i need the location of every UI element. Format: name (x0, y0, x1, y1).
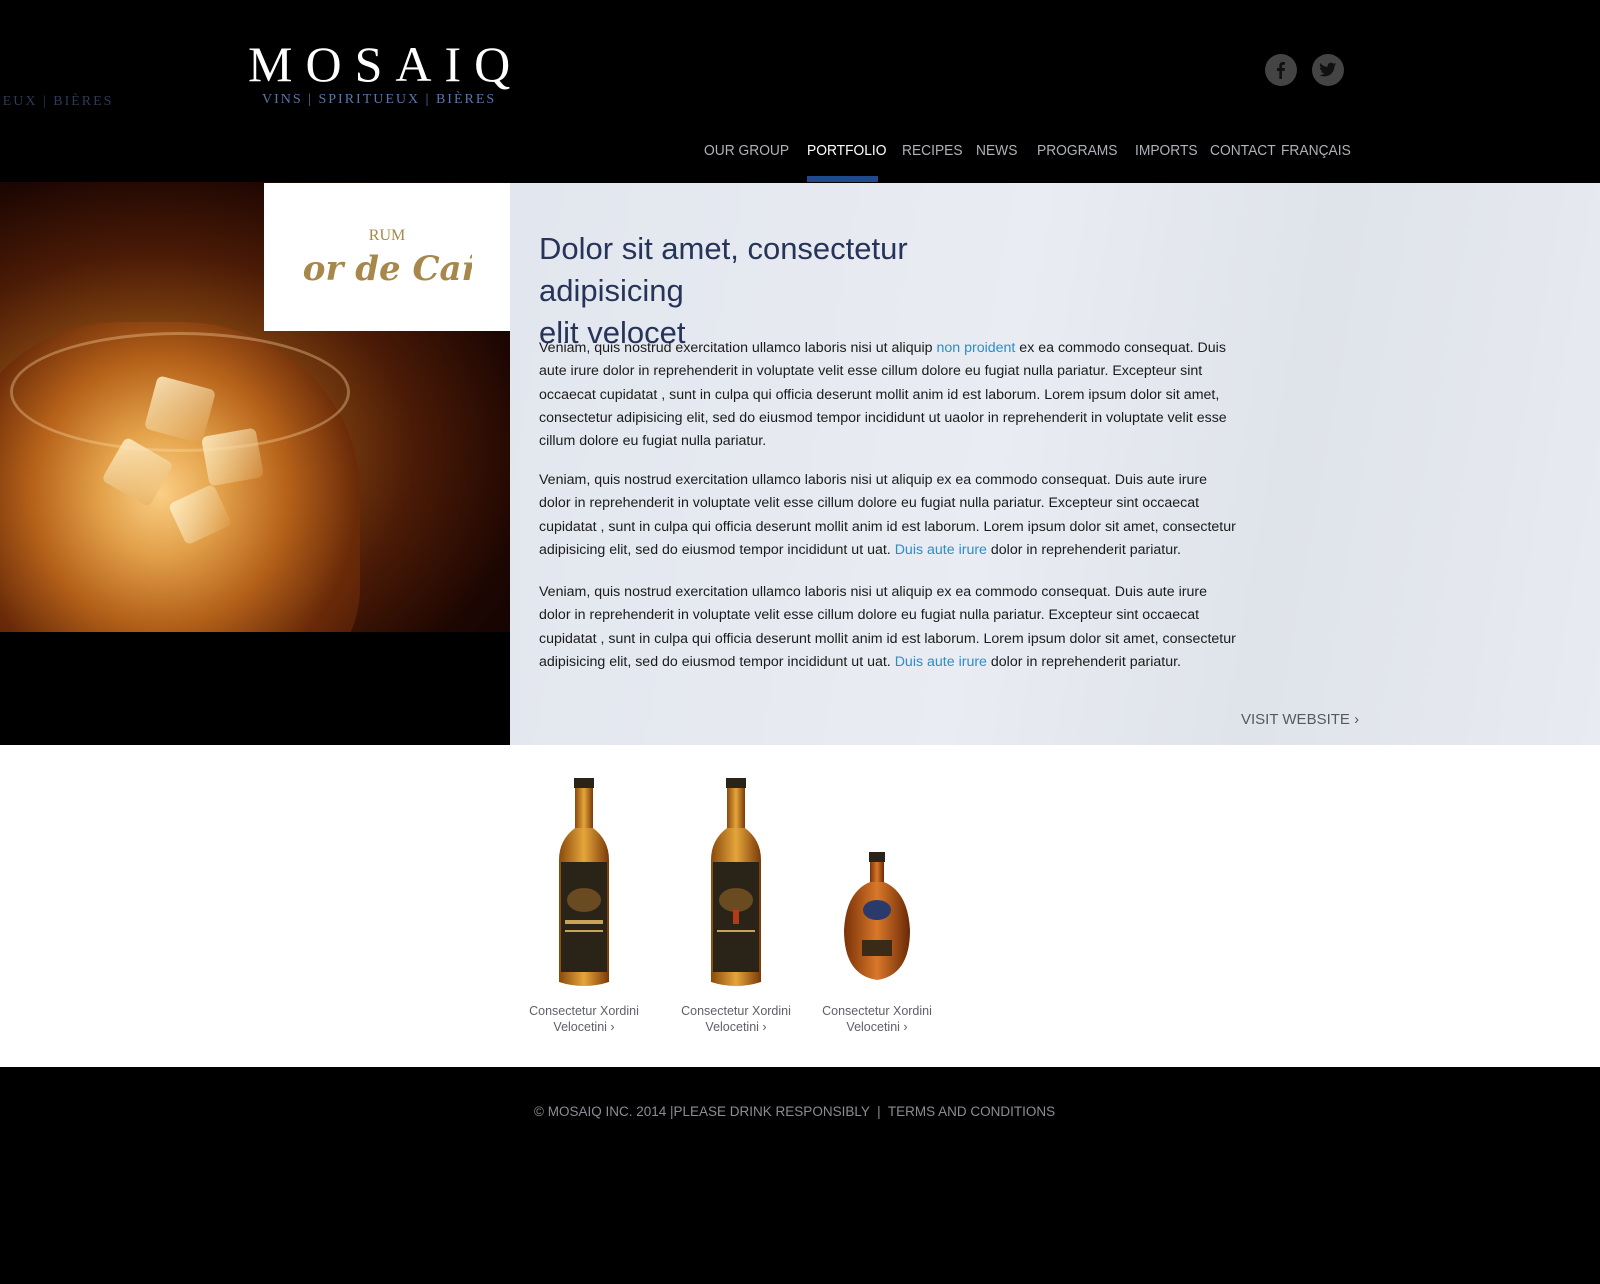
product-caption: Consectetur Xordini Velocetini › (812, 1003, 942, 1035)
nav-our-group[interactable]: OUR GROUP (704, 142, 789, 159)
product-card[interactable]: Consectetur Xordini Velocetini › (671, 770, 801, 1035)
product-caption: Consectetur Xordini Velocetini › (519, 1003, 649, 1035)
product-link[interactable]: Velocetini › (705, 1020, 766, 1034)
product-name: Consectetur Xordini (822, 1004, 932, 1018)
rum-bottle-icon (711, 778, 761, 986)
site-header: IEUX | BIÈRES MOSAIQ VINS | SPIRITUEUX |… (0, 0, 1600, 182)
product-name: Consectetur Xordini (529, 1004, 639, 1018)
footer-separator: | (869, 1104, 888, 1119)
paragraph-1: Veniam, quis nostrud exercitation ullamc… (539, 337, 1239, 453)
logo-wordmark: MOSAIQ (248, 36, 524, 92)
product-link[interactable]: Velocetini › (846, 1020, 907, 1034)
facebook-icon (1277, 62, 1285, 79)
product-caption: Consectetur Xordini Velocetini › (671, 1003, 801, 1035)
nav-francais[interactable]: FRANÇAIS (1281, 142, 1351, 159)
rum-bottle-icon (844, 852, 910, 980)
p1-text-b: ex ea commodo consequat. Duis aute irure… (539, 340, 1227, 450)
ice-cube (201, 427, 264, 487)
p2-text-b: dolor in reprehenderit pariatur. (986, 541, 1181, 558)
nav-portfolio[interactable]: PORTFOLIO (807, 142, 886, 159)
p1-text-a: Veniam, quis nostrud exercitation ullamc… (539, 340, 937, 356)
nav-news[interactable]: NEWS (976, 142, 1017, 159)
page-headline: Dolor sit amet, consectetur adipisicing … (539, 228, 1059, 354)
link-duis-aute-irure[interactable]: Duis aute irure (895, 654, 987, 670)
product-card[interactable]: Consectetur Xordini Velocetini › (812, 770, 942, 1035)
nav-recipes[interactable]: RECIPES (902, 142, 963, 159)
footer-separator: | (666, 1104, 674, 1119)
paragraph-2: Veniam, quis nostrud exercitation ullamc… (539, 469, 1239, 562)
main-nav: OUR GROUP PORTFOLIO RECIPES NEWS PROGRAM… (0, 142, 1600, 182)
nav-programs[interactable]: PROGRAMS (1037, 142, 1118, 159)
twitter-icon (1319, 62, 1337, 77)
footer-links: © MOSAIQ INC. 2014 |PLEASE DRINK RESPONS… (534, 1104, 1055, 1119)
terms-link[interactable]: TERMS AND CONDITIONS (888, 1104, 1055, 1119)
link-non-proident[interactable]: non proident (936, 340, 1015, 356)
ghost-tagline: IEUX | BIÈRES (0, 94, 114, 109)
twitter-button[interactable] (1312, 54, 1344, 86)
logo-tagline: VINS | SPIRITUEUX | BIÈRES (262, 92, 497, 107)
brand-logo-box: RUM Flor de Caña (264, 183, 510, 331)
nav-active-indicator (807, 176, 878, 182)
brand-name: Flor de Caña (302, 249, 472, 289)
product-image (812, 770, 942, 995)
product-image (671, 770, 801, 995)
paragraph-3: Veniam, quis nostrud exercitation ullamc… (539, 581, 1239, 674)
rum-label: RUM (369, 227, 405, 244)
link-duis-aute-irure[interactable]: Duis aute irure (895, 542, 987, 558)
product-card[interactable]: Consectetur Xordini Velocetini › (519, 770, 649, 1035)
site-footer (0, 1067, 1600, 1284)
facebook-button[interactable] (1265, 54, 1297, 86)
drink-responsibly: PLEASE DRINK RESPONSIBLY (673, 1104, 870, 1119)
nav-contact[interactable]: CONTACT (1210, 142, 1276, 159)
nav-imports[interactable]: IMPORTS (1135, 142, 1198, 159)
rum-bottle-icon (559, 778, 609, 986)
product-image (519, 770, 649, 995)
copyright: © MOSAIQ INC. 2014 (534, 1104, 667, 1119)
product-link[interactable]: Velocetini › (553, 1020, 614, 1034)
mosaiq-logo[interactable]: MOSAIQ VINS | SPIRITUEUX | BIÈRES (248, 36, 523, 108)
visit-website-link[interactable]: VISIT WEBSITE › (1241, 711, 1359, 728)
headline-line1: Dolor sit amet, consectetur adipisicing (539, 231, 908, 308)
p3-text-b: dolor in reprehenderit pariatur. (986, 653, 1181, 670)
flor-de-cana-logo: RUM Flor de Caña (302, 227, 472, 289)
product-name: Consectetur Xordini (681, 1004, 791, 1018)
